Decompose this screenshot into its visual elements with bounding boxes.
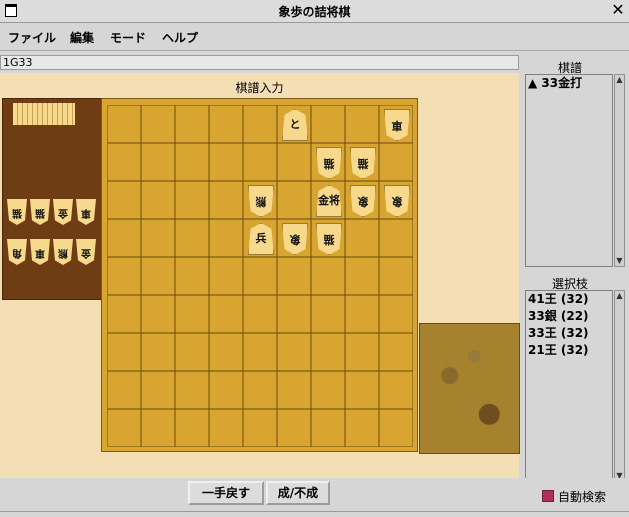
menu-file[interactable]: ファイル [8, 29, 56, 46]
bottom-bar: 一手戻す 成/不成 自動検索 [0, 478, 629, 516]
undo-button[interactable]: 一手戻す [188, 481, 264, 505]
promote-toggle-button[interactable]: 成/不成 [266, 481, 330, 505]
kifu-list[interactable]: ▲ 33金打 [525, 74, 613, 267]
hand-piece[interactable]: 角 [7, 239, 27, 265]
board-area: 棋譜入力 角車熊金猫猫金車 と車猫猫熊金将象象兵象猫 [0, 73, 520, 478]
scroll-up-icon[interactable]: ▲ [615, 75, 624, 85]
hand-piece[interactable]: 熊 [53, 239, 73, 265]
move-status: 1G33 [0, 55, 519, 70]
close-icon[interactable]: ✕ [609, 1, 627, 19]
candidate-item[interactable]: 41王 (32) [526, 291, 612, 308]
window-title: 象歩の詰将棋 [278, 5, 351, 19]
hand-piece[interactable]: 猫 [30, 199, 50, 225]
shogi-board[interactable]: と車猫猫熊金将象象兵象猫 [101, 98, 418, 452]
menu-help[interactable]: ヘルプ [162, 29, 198, 46]
candidate-scrollbar[interactable]: ▲ ▼ [614, 290, 625, 482]
hand-piece[interactable]: 猫 [7, 199, 27, 225]
gote-hand-komadai[interactable]: 角車熊金猫猫金車 [2, 98, 102, 300]
bottom-status-strip [0, 511, 629, 517]
scroll-down-icon[interactable]: ▼ [615, 256, 624, 266]
title-bar: 象歩の詰将棋 ✕ [0, 0, 629, 23]
kifu-move[interactable]: ▲ 33金打 [526, 75, 612, 92]
hand-piece[interactable]: 金 [53, 199, 73, 225]
candidate-item[interactable]: 33銀 (22) [526, 308, 612, 325]
menu-edit[interactable]: 編集 [70, 29, 94, 46]
right-panel: 棋譜 ▲ 33金打 ▲ ▼ 選択枝 41王 (32) 33銀 (22) 33王 (3… [521, 52, 629, 516]
hand-piece[interactable]: 車 [30, 239, 50, 265]
candidate-list[interactable]: 41王 (32) 33銀 (22) 33王 (32) 21王 (32) [525, 290, 613, 482]
candidate-item[interactable]: 21王 (32) [526, 342, 612, 359]
sente-hand-komadai[interactable] [419, 323, 520, 454]
board-label: 棋譜入力 [235, 81, 284, 95]
hand-pawn-stack[interactable] [13, 103, 75, 125]
auto-search-label: 自動検索 [558, 490, 607, 504]
hand-piece[interactable]: 金 [76, 239, 96, 265]
menu-bar: ファイル 編集 モード ヘルプ [0, 23, 629, 51]
menu-mode[interactable]: モード [110, 29, 146, 46]
candidate-item[interactable]: 33王 (32) [526, 325, 612, 342]
hand-piece[interactable]: 車 [76, 199, 96, 225]
kifu-scrollbar[interactable]: ▲ ▼ [614, 74, 625, 267]
scroll-up-icon[interactable]: ▲ [615, 291, 624, 301]
auto-search-checkbox[interactable] [542, 490, 554, 502]
